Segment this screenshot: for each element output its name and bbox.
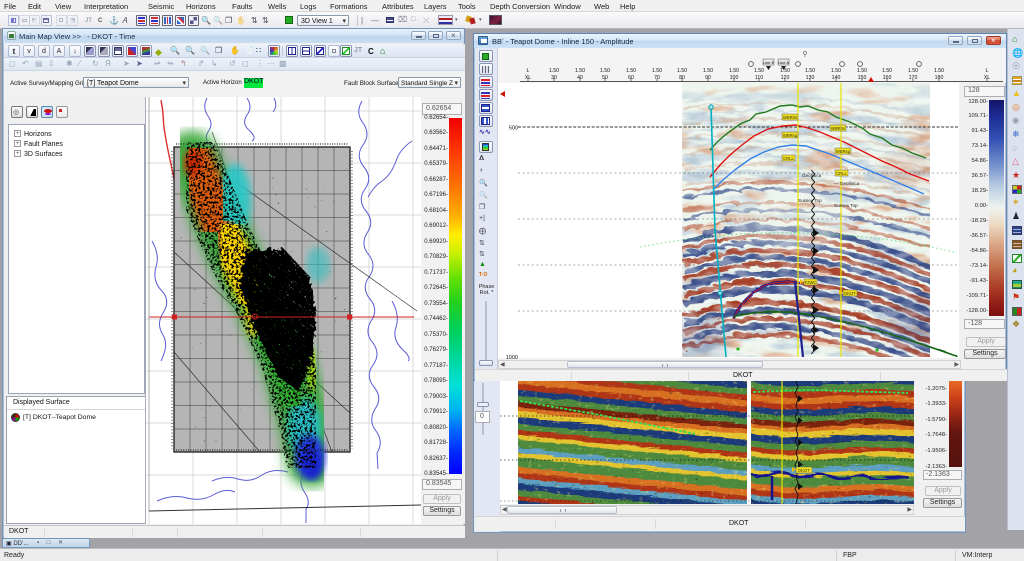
svg-text:WBRlm: WBRlm xyxy=(783,115,798,120)
svg-text:1.50: 1.50 xyxy=(549,68,559,74)
svg-text:1.50: 1.50 xyxy=(857,68,867,74)
svg-text:Line A: Line A xyxy=(778,60,789,65)
svg-text:DKOT: DKOT xyxy=(844,291,856,296)
svg-text:1.50: 1.50 xyxy=(908,68,918,74)
svg-text:L: L xyxy=(527,68,530,74)
svg-text:1.50: 1.50 xyxy=(729,68,739,74)
svg-text:1.50: 1.50 xyxy=(831,68,841,74)
svg-text:WBRsg: WBRsg xyxy=(836,149,851,154)
svg-text:WBRlm: WBRlm xyxy=(831,126,846,131)
svg-text:1.50: 1.50 xyxy=(677,68,687,74)
svg-text:Sussex Top: Sussex Top xyxy=(834,203,858,208)
svg-text:1.50: 1.50 xyxy=(754,68,764,74)
svg-text:1.50: 1.50 xyxy=(882,68,892,74)
svg-text:1.50: 1.50 xyxy=(780,68,790,74)
svg-text:Sussex Top: Sussex Top xyxy=(798,198,822,203)
svg-text:DKOT: DKOT xyxy=(798,468,810,473)
svg-text:Geofisica: Geofisica xyxy=(802,173,822,178)
svg-text:1.50: 1.50 xyxy=(805,68,815,74)
svg-text:1.50: 1.50 xyxy=(575,68,585,74)
svg-text:Line E: Line E xyxy=(763,60,775,65)
svg-text:500: 500 xyxy=(509,126,518,132)
svg-text:1.50: 1.50 xyxy=(626,68,636,74)
svg-text:1.50: 1.50 xyxy=(934,68,944,74)
svg-text:WBRsg: WBRsg xyxy=(783,133,798,138)
svg-text:CRLL: CRLL xyxy=(836,171,847,176)
svg-text:— Geofisica: — Geofisica xyxy=(834,181,859,186)
svg-text:⚲: ⚲ xyxy=(802,50,807,58)
svg-text:F2WC: F2WC xyxy=(805,280,817,285)
svg-text:CRLL: CRLL xyxy=(783,156,794,161)
svg-text:1.50: 1.50 xyxy=(703,68,713,74)
svg-text:1.50: 1.50 xyxy=(600,68,610,74)
svg-text:1.50: 1.50 xyxy=(652,68,662,74)
